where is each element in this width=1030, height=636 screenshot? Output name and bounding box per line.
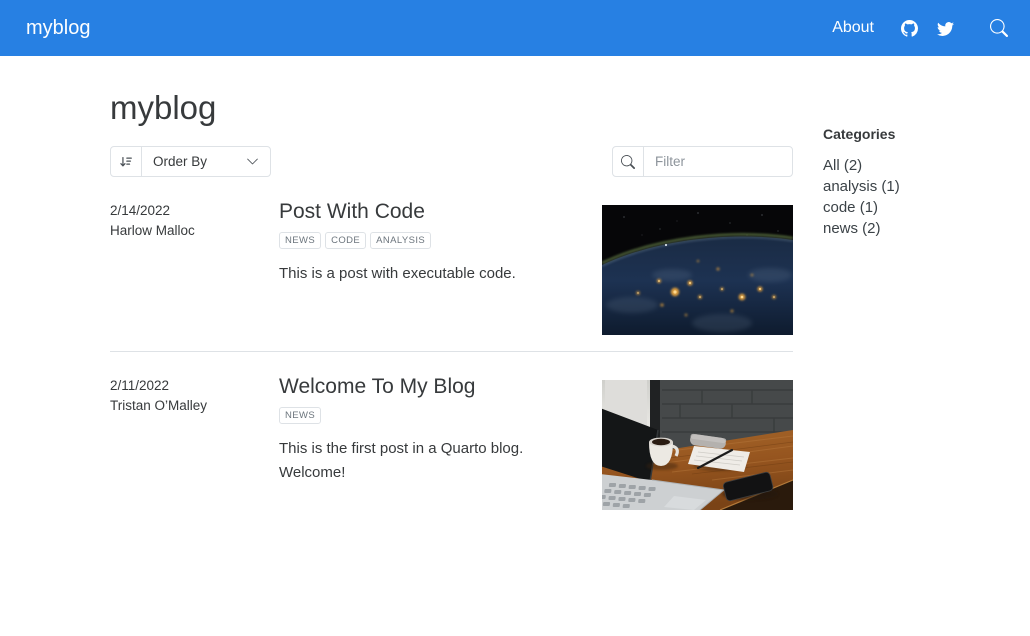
post-body: Welcome To My Blog news This is the firs… bbox=[279, 374, 588, 510]
post-divider bbox=[110, 351, 793, 352]
navbar-right: About bbox=[832, 19, 1008, 37]
categories-title: Categories bbox=[823, 126, 983, 142]
post-thumbnail-earth[interactable] bbox=[602, 205, 793, 335]
post-date: 2/14/2022 bbox=[110, 201, 265, 221]
category-item-analysis[interactable]: analysis (1) bbox=[823, 176, 983, 197]
post-tags: news code analysis bbox=[279, 232, 588, 249]
order-by-select[interactable]: Order By bbox=[142, 147, 270, 176]
top-navbar: myblog About bbox=[0, 0, 1030, 56]
post-description: This is the first post in a Quarto blog.… bbox=[279, 437, 588, 485]
tag-badge: code bbox=[325, 232, 366, 249]
post-thumbnail-desk[interactable] bbox=[602, 380, 793, 510]
navbar-brand[interactable]: myblog bbox=[26, 17, 90, 40]
filter-control bbox=[612, 146, 793, 177]
post-body: Post With Code news code analysis This i… bbox=[279, 199, 588, 335]
search-icon[interactable] bbox=[990, 19, 1008, 37]
category-item-news[interactable]: news (2) bbox=[823, 218, 983, 239]
post-description: This is a post with executable code. bbox=[279, 262, 588, 286]
filter-input[interactable] bbox=[644, 147, 792, 176]
listing-main: myblog Order By bbox=[110, 56, 793, 510]
post-date: 2/11/2022 bbox=[110, 376, 265, 396]
post-title-link[interactable]: Post With Code bbox=[279, 199, 588, 224]
sort-icon bbox=[111, 147, 142, 176]
tag-badge: analysis bbox=[370, 232, 431, 249]
order-by-control: Order By bbox=[110, 146, 271, 177]
post-tags: news bbox=[279, 407, 588, 424]
tag-badge: news bbox=[279, 407, 321, 424]
chevron-down-icon bbox=[246, 155, 259, 168]
categories-sidebar: Categories All (2) analysis (1) code (1)… bbox=[823, 56, 983, 510]
post-listing-item[interactable]: 2/14/2022 Harlow Malloc Post With Code n… bbox=[110, 199, 793, 335]
listing-toolbar: Order By bbox=[110, 146, 793, 177]
filter-search-icon bbox=[613, 147, 644, 176]
page-title: myblog bbox=[110, 89, 793, 127]
twitter-icon[interactable] bbox=[937, 20, 954, 37]
page-layout: myblog Order By bbox=[0, 56, 1030, 510]
nav-link-about[interactable]: About bbox=[832, 19, 874, 37]
order-by-label: Order By bbox=[153, 154, 207, 169]
post-listing-item[interactable]: 2/11/2022 Tristan O’Malley Welcome To My… bbox=[110, 374, 793, 510]
post-title-link[interactable]: Welcome To My Blog bbox=[279, 374, 588, 399]
github-icon[interactable] bbox=[901, 20, 918, 37]
post-author: Tristan O’Malley bbox=[110, 396, 265, 416]
tag-badge: news bbox=[279, 232, 321, 249]
post-meta: 2/11/2022 Tristan O’Malley bbox=[110, 374, 265, 510]
category-item-code[interactable]: code (1) bbox=[823, 197, 983, 218]
post-author: Harlow Malloc bbox=[110, 221, 265, 241]
post-meta: 2/14/2022 Harlow Malloc bbox=[110, 199, 265, 335]
category-item-all[interactable]: All (2) bbox=[823, 155, 983, 176]
